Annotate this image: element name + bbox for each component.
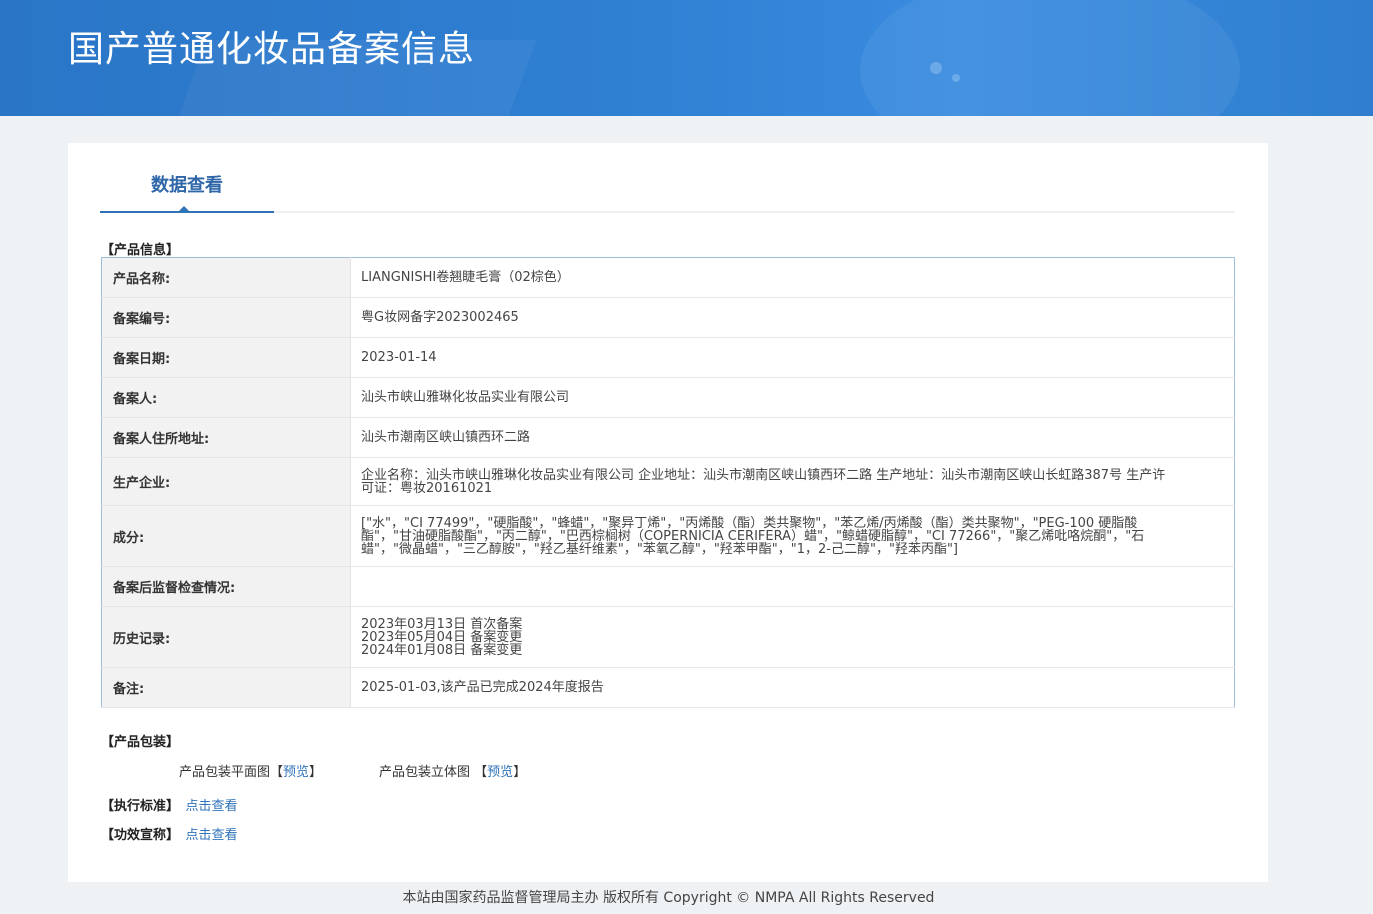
- row-value: 汕头市潮南区峡山镇西环二路: [350, 417, 1235, 458]
- content-card: 数据查看 【产品信息】 产品名称: LIANGNISHI卷翘睫毛膏（02棕色） …: [68, 143, 1268, 882]
- row-value: 汕头市峡山雅琳化妆品实业有限公司: [350, 377, 1235, 418]
- history-entry: 2024年01月08日 备案变更: [361, 642, 523, 658]
- efficacy-view-link[interactable]: 点击查看: [186, 828, 238, 843]
- table-row: 备案人住所地址: 汕头市潮南区峡山镇西环二路: [101, 417, 1235, 458]
- history-entry: 2023年03月13日 首次备案: [361, 616, 523, 632]
- row-value: ["水"，"CI 77499"，"硬脂酸"，"蜂蜡"，"聚异丁烯"，"丙烯酸（酯…: [350, 505, 1235, 567]
- standard-row: 【执行标准】 点击查看: [101, 795, 238, 814]
- row-value: 粤G妆网备字2023002465: [350, 297, 1235, 338]
- table-row: 历史记录: 2023年03月13日 首次备案 2023年05月04日 备案变更 …: [101, 606, 1235, 668]
- standard-label: 【执行标准】: [101, 799, 180, 814]
- row-key: 生产企业:: [101, 457, 351, 506]
- history-values: 2023年03月13日 首次备案 2023年05月04日 备案变更 2024年0…: [350, 606, 1235, 668]
- row-value: 企业名称：汕头市峡山雅琳化妆品实业有限公司 企业地址：汕头市潮南区峡山镇西环二路…: [350, 457, 1235, 506]
- table-row: 生产企业: 企业名称：汕头市峡山雅琳化妆品实业有限公司 企业地址：汕头市潮南区峡…: [101, 457, 1235, 506]
- table-row: 成分: ["水"，"CI 77499"，"硬脂酸"，"蜂蜡"，"聚异丁烯"，"丙…: [101, 505, 1235, 567]
- header-banner: 国产普通化妆品备案信息: [0, 0, 1373, 116]
- banner-dot: [952, 74, 960, 82]
- row-key: 备注:: [101, 667, 351, 708]
- bracket: 【: [474, 765, 488, 780]
- table-row: 备案人: 汕头市峡山雅琳化妆品实业有限公司: [101, 377, 1235, 418]
- efficacy-row: 【功效宣称】 点击查看: [101, 824, 238, 843]
- row-value: 2023-01-14: [350, 337, 1235, 378]
- table-row: 备案日期: 2023-01-14: [101, 337, 1235, 378]
- row-key: 备案后监督检查情况:: [101, 566, 351, 607]
- row-key: 备案人住所地址:: [101, 417, 351, 458]
- packaging-flat-label: 产品包装平面图: [179, 765, 271, 780]
- bracket: 】: [513, 765, 527, 780]
- footer-copyright: 本站由国家药品监督管理局主办 版权所有 Copyright © NMPA All…: [402, 890, 935, 906]
- packaging-flat: 产品包装平面图【预览】: [179, 761, 322, 780]
- table-row: 备注: 2025-01-03,该产品已完成2024年度报告: [101, 667, 1235, 708]
- tab-bar: 数据查看: [100, 143, 1235, 213]
- packaging-flat-preview-link[interactable]: 预览: [283, 765, 309, 780]
- bracket: 】: [309, 765, 323, 780]
- row-key: 备案人:: [101, 377, 351, 418]
- packaging-solid-preview-link[interactable]: 预览: [487, 765, 513, 780]
- bracket: 【: [270, 765, 284, 780]
- table-row: 产品名称: LIANGNISHI卷翘睫毛膏（02棕色）: [101, 257, 1235, 298]
- packaging-solid: 产品包装立体图 【预览】: [379, 761, 526, 780]
- row-value: [350, 566, 1235, 607]
- standard-view-link[interactable]: 点击查看: [186, 799, 238, 814]
- tab-label: 数据查看: [151, 175, 223, 196]
- banner-dot: [930, 62, 942, 74]
- efficacy-label: 【功效宣称】: [101, 828, 180, 843]
- row-key: 备案日期:: [101, 337, 351, 378]
- table-row: 备案后监督检查情况:: [101, 566, 1235, 607]
- tab-caret-icon: [178, 206, 190, 212]
- product-info-section-title: 【产品信息】: [101, 243, 180, 258]
- row-key: 成分:: [101, 505, 351, 567]
- page-title: 国产普通化妆品备案信息: [68, 29, 476, 70]
- packaging-solid-label: 产品包装立体图: [379, 765, 471, 780]
- product-info-table: 产品名称: LIANGNISHI卷翘睫毛膏（02棕色） 备案编号: 粤G妆网备字…: [101, 257, 1235, 708]
- table-row: 备案编号: 粤G妆网备字2023002465: [101, 297, 1235, 338]
- row-key: 备案编号:: [101, 297, 351, 338]
- row-value: 2025-01-03,该产品已完成2024年度报告: [350, 667, 1235, 708]
- banner-decoration: [860, 0, 1240, 116]
- packaging-section-title: 【产品包装】: [101, 735, 180, 750]
- history-entry: 2023年05月04日 备案变更: [361, 629, 523, 645]
- tab-data-view[interactable]: 数据查看: [100, 143, 274, 213]
- row-key: 历史记录:: [101, 606, 351, 668]
- row-value: LIANGNISHI卷翘睫毛膏（02棕色）: [350, 257, 1235, 298]
- row-key: 产品名称:: [101, 257, 351, 298]
